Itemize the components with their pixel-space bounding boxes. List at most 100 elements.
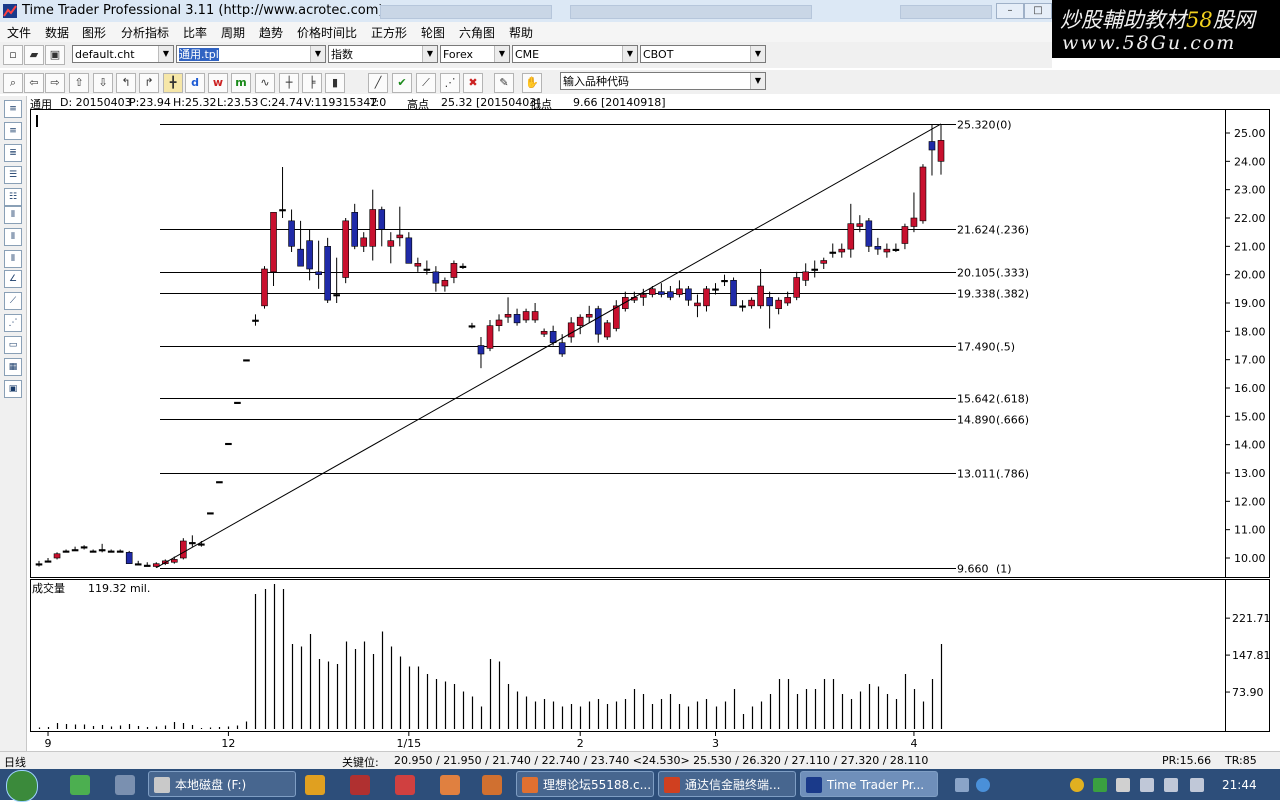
app-icon[interactable] — [482, 775, 502, 795]
fan-icon[interactable]: ⟋ — [416, 73, 436, 93]
candle-body — [369, 209, 377, 247]
price-chart[interactable]: 25.320 (0)21.624 (.236)20.105 (.333)19.338(… — [30, 109, 1270, 578]
chart-file-select[interactable]: default.cht ▼ — [72, 45, 174, 63]
period-daily-icon[interactable]: d — [185, 73, 205, 93]
menu-data[interactable]: 数据 — [45, 24, 69, 41]
finance-app-icon — [664, 777, 680, 793]
horizontal-lines-icon[interactable]: ≡ — [4, 100, 22, 118]
horizontal-lines-icon[interactable]: ☷ — [4, 188, 22, 206]
background-tab-strip — [570, 5, 812, 19]
menu-file[interactable]: 文件 — [7, 24, 31, 41]
hand-icon[interactable]: ✋ — [522, 73, 542, 93]
quote-date: D: 20150403 — [60, 96, 132, 109]
angle-line-icon[interactable]: ⟋ — [4, 292, 22, 310]
arrow-up-icon[interactable]: ⇧ — [69, 73, 89, 93]
horizontal-lines-icon[interactable]: ≣ — [4, 144, 22, 162]
save-icon[interactable]: ▣ — [45, 45, 65, 65]
ohlc-icon[interactable]: ╞ — [302, 73, 322, 93]
menu-ratio[interactable]: 比率 — [183, 24, 207, 41]
fan-lines-icon[interactable]: ⋰ — [4, 314, 22, 332]
delete-icon[interactable]: ✖ — [463, 73, 483, 93]
open-folder-icon[interactable]: ▰ — [24, 45, 44, 65]
market-cme-select[interactable]: CME ▼ — [512, 45, 638, 63]
app-icon[interactable] — [395, 775, 415, 795]
volume-chart[interactable]: 成交量 119.32 mil. 221.71 147.81 73.90 — [30, 579, 1270, 732]
candle-body — [892, 248, 900, 251]
arrow-right-icon[interactable]: ⇨ — [45, 73, 65, 93]
desktop-icon[interactable] — [115, 775, 135, 795]
check-icon[interactable]: ✔ — [392, 73, 412, 93]
menu-price-time-ratio[interactable]: 价格时间比 — [297, 24, 357, 41]
step-forward-icon[interactable]: ↱ — [139, 73, 159, 93]
rectangle-icon[interactable]: ▭ — [4, 336, 22, 354]
arrow-down-icon[interactable]: ⇩ — [93, 73, 113, 93]
keyboard-icon[interactable] — [955, 778, 969, 792]
volume-icon[interactable] — [1140, 778, 1154, 792]
chevron-down-icon: ▼ — [750, 73, 765, 89]
vertical-lines-icon[interactable]: ⦀ — [4, 250, 22, 268]
price-tick-label: 15.00 — [1234, 410, 1266, 423]
market-cbot-select[interactable]: CBOT ▼ — [640, 45, 766, 63]
signal-icon[interactable] — [1190, 778, 1204, 792]
network-icon[interactable] — [1116, 778, 1130, 792]
line-chart-icon[interactable]: ∿ — [255, 73, 275, 93]
crosshair-icon[interactable]: ╋ — [163, 73, 183, 93]
help-icon[interactable] — [976, 778, 990, 792]
vertical-lines-icon[interactable]: ⦀ — [4, 206, 22, 224]
arrow-left-icon[interactable]: ⇦ — [24, 73, 44, 93]
grid-box-icon[interactable]: ▦ — [4, 358, 22, 376]
zoom-icon[interactable]: ⌕ — [3, 73, 23, 93]
angle-line-icon[interactable]: ∠ — [4, 270, 22, 288]
menu-wheel[interactable]: 轮图 — [421, 24, 445, 41]
menu-indicators[interactable]: 分析指标 — [121, 24, 169, 41]
menu-trend[interactable]: 趋势 — [259, 24, 283, 41]
speaker-icon[interactable] — [1164, 778, 1178, 792]
shield-icon[interactable] — [1093, 778, 1107, 792]
square-box-icon[interactable]: ▣ — [4, 380, 22, 398]
candle-body — [225, 442, 232, 446]
task-forum[interactable]: 理想论坛55188.c... — [516, 771, 654, 797]
candle-body — [468, 325, 476, 328]
period-monthly-icon[interactable]: m — [231, 73, 251, 93]
tray-app-icon[interactable] — [1070, 778, 1084, 792]
minimize-button[interactable]: – — [996, 3, 1024, 19]
candle-body — [513, 314, 521, 324]
app-icon[interactable] — [350, 775, 370, 795]
task-local-disk[interactable]: 本地磁盘 (F:) — [148, 771, 296, 797]
browser-icon[interactable] — [70, 775, 90, 795]
menu-square[interactable]: 正方形 — [371, 24, 407, 41]
draw-line-icon[interactable]: ╱ — [368, 73, 388, 93]
pencil-icon[interactable]: ✎ — [494, 73, 514, 93]
gann-icon[interactable]: ⋰ — [440, 73, 460, 93]
horizontal-lines-icon[interactable]: ☰ — [4, 166, 22, 184]
date-tick-label: 1/15 — [396, 737, 421, 750]
index-select[interactable]: 指数 ▼ — [328, 45, 438, 63]
horizontal-lines-icon[interactable]: ≡ — [4, 122, 22, 140]
menu-help[interactable]: 帮助 — [509, 24, 533, 41]
menu-graph[interactable]: 图形 — [82, 24, 106, 41]
candle-body — [802, 271, 810, 281]
start-button-icon[interactable] — [6, 770, 38, 802]
symbol-input[interactable]: 输入品种代码 ▼ — [560, 72, 766, 90]
menu-period[interactable]: 周期 — [221, 24, 245, 41]
fib-price-label: 9.660 — [957, 563, 989, 576]
maximize-button[interactable]: □ — [1024, 3, 1052, 19]
candle-body — [549, 331, 557, 343]
vertical-lines-icon[interactable]: ⦀ — [4, 228, 22, 246]
media-icon[interactable] — [305, 775, 325, 795]
candlestick-icon[interactable]: ▮ — [325, 73, 345, 93]
market-forex-select[interactable]: Forex ▼ — [440, 45, 510, 63]
window-title: Time Trader Professional 3.11 (http://ww… — [22, 3, 384, 18]
task-tdx[interactable]: 通达信金融终端... — [658, 771, 796, 797]
menu-hexagon[interactable]: 六角图 — [459, 24, 495, 41]
new-file-icon[interactable]: ▫ — [3, 45, 23, 65]
period-weekly-icon[interactable]: w — [208, 73, 228, 93]
task-time-trader[interactable]: Time Trader Pr... — [800, 771, 938, 797]
step-back-icon[interactable]: ↰ — [116, 73, 136, 93]
template-select[interactable]: 通用.tpl ▼ — [176, 45, 326, 63]
app-icon[interactable] — [440, 775, 460, 795]
left-tool-column: ≡ ≡ ≣ ☰ ☷ ⦀ ⦀ ⦀ ∠ ⟋ ⋰ ▭ ▦ ▣ — [0, 96, 27, 751]
price-tick-label: 14.00 — [1234, 439, 1266, 452]
bar-chart-icon[interactable]: ┼ — [279, 73, 299, 93]
candle-body — [71, 549, 79, 552]
